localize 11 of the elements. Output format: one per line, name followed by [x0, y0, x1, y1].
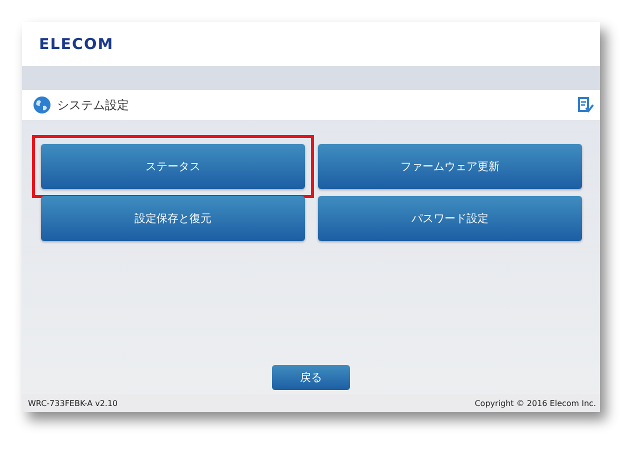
menu-button[interactable]: 設定保存と復元 — [41, 196, 305, 241]
brand-logo: ELECOM — [39, 35, 114, 53]
section-title: システム設定 — [57, 96, 130, 114]
globe-icon — [33, 96, 51, 114]
menu-button[interactable]: パスワード設定 — [318, 196, 582, 241]
copyright-text: Copyright © 2016 Elecom Inc. — [474, 398, 596, 408]
menu-button[interactable]: ファームウェア更新 — [318, 144, 582, 189]
firmware-version: WRC-733FEBK-A v2.10 — [28, 398, 118, 408]
back-button[interactable]: 戻る — [272, 365, 350, 390]
document-check-icon[interactable] — [578, 97, 594, 113]
menu-button[interactable]: ステータス — [41, 144, 305, 189]
